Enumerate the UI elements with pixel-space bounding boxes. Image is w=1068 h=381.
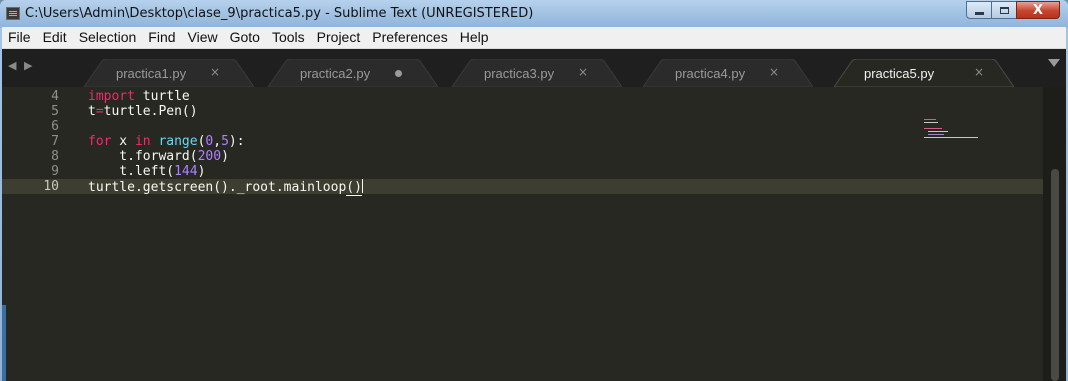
menu-file[interactable]: File [2, 27, 37, 48]
title-bar[interactable]: C:\Users\Admin\Desktop\clase_9\practica5… [0, 0, 1068, 28]
code-text: , [213, 134, 222, 149]
menu-preferences[interactable]: Preferences [366, 27, 453, 48]
minimap-line [928, 134, 944, 135]
menu-selection[interactable]: Selection [73, 27, 143, 48]
tab-close-icon[interactable]: × [210, 65, 220, 79]
sublime-window: C:\Users\Admin\Desktop\clase_9\practica5… [0, 0, 1068, 381]
code-text: ) [221, 149, 229, 164]
minimize-icon [974, 11, 984, 15]
menu-project[interactable]: Project [311, 27, 367, 48]
close-icon: X [1032, 2, 1044, 18]
minimap-line [924, 122, 938, 123]
tab-label: practica1.py [116, 66, 187, 81]
sublime-app-icon[interactable] [6, 7, 20, 20]
sidebar-edge [2, 305, 6, 381]
close-button[interactable]: X [1016, 1, 1060, 19]
tab-navigation-arrows-icon[interactable]: ◀ ▶ [8, 59, 34, 72]
keyword: for [88, 134, 112, 149]
unsaved-dot-icon[interactable] [395, 70, 402, 77]
keyword: import [88, 89, 135, 104]
tab-label: practica2.py [300, 66, 371, 81]
window-controls: X [966, 1, 1060, 21]
matched-brackets: () [346, 180, 362, 196]
line-number: 8 [51, 149, 59, 164]
tab-list-dropdown-icon[interactable] [1048, 59, 1060, 67]
code-line: t=turtle.Pen() [88, 104, 198, 119]
line-number: 6 [51, 119, 59, 134]
code-text: x [111, 134, 135, 149]
minimize-button[interactable] [966, 1, 992, 19]
tab-practica1[interactable]: practica1.py × [84, 59, 254, 87]
code-line: t.left(144) [88, 164, 205, 179]
menu-help[interactable]: Help [454, 27, 495, 48]
code-text: turtle [134, 89, 190, 104]
tab-close-icon[interactable]: × [974, 65, 984, 79]
code-text: ) [197, 164, 206, 179]
minimap[interactable] [920, 119, 990, 149]
menu-bar: File Edit Selection Find View Goto Tools… [2, 27, 1066, 49]
menu-tools[interactable]: Tools [266, 27, 311, 48]
operator: = [95, 104, 104, 119]
code-text: turtle.Pen() [103, 104, 198, 119]
number-literal: 200 [197, 149, 222, 164]
menu-goto[interactable]: Goto [224, 27, 266, 48]
code-text: t.forward( [88, 149, 198, 164]
code-text: t [88, 104, 96, 119]
code-line: import turtle [88, 89, 190, 104]
code-text: ): [228, 134, 245, 149]
tab-practica3[interactable]: practica3.py × [452, 59, 622, 87]
minimap-line [924, 137, 978, 138]
keyword: in [134, 134, 151, 149]
menu-view[interactable]: View [182, 27, 224, 48]
maximize-button[interactable] [991, 1, 1017, 19]
line-number: 9 [51, 164, 59, 179]
number-literal: 5 [221, 134, 229, 149]
line-number-current: 10 [2, 179, 72, 194]
code-line: for x in range(0,5): [88, 134, 245, 149]
line-number: 4 [51, 89, 59, 104]
code-line-current: turtle.getscreen()._root.mainloop() [88, 179, 363, 196]
tab-close-icon[interactable]: × [769, 65, 779, 79]
code-text: t.left( [88, 164, 175, 179]
tab-practica4[interactable]: practica4.py × [643, 59, 813, 87]
line-number-gutter[interactable]: 4 5 6 7 8 9 10 [2, 87, 72, 381]
minimap-line [924, 128, 942, 129]
window-title: C:\Users\Admin\Desktop\clase_9\practica5… [25, 6, 534, 21]
code-line: t.forward(200) [88, 149, 229, 164]
code-editor[interactable]: 4 5 6 7 8 9 10 import turtle t=turtle.Pe… [2, 87, 1066, 381]
scrollbar-thumb[interactable] [1051, 169, 1059, 381]
number-literal: 144 [174, 164, 198, 179]
tab-bar: ◀ ▶ practica1.py × practica2.py practica… [2, 49, 1066, 87]
maximize-icon [999, 6, 1009, 14]
tab-practica2[interactable]: practica2.py [268, 59, 438, 87]
tab-label: practica3.py [484, 66, 555, 81]
menu-find[interactable]: Find [142, 27, 181, 48]
vertical-scrollbar[interactable] [1043, 87, 1066, 381]
tab-practica5[interactable]: practica5.py × [834, 59, 1014, 87]
minimap-line [924, 119, 936, 120]
menu-edit[interactable]: Edit [37, 27, 73, 48]
line-number: 7 [51, 134, 59, 149]
minimap-line [928, 131, 948, 132]
builtin-function: range [158, 134, 198, 149]
tab-close-icon[interactable]: × [578, 65, 588, 79]
text-cursor [361, 179, 363, 193]
tab-label: practica5.py [864, 66, 935, 81]
code-text: turtle.getscreen()._root.mainloop [88, 180, 347, 195]
tab-label: practica4.py [675, 66, 746, 81]
line-number: 5 [51, 104, 59, 119]
